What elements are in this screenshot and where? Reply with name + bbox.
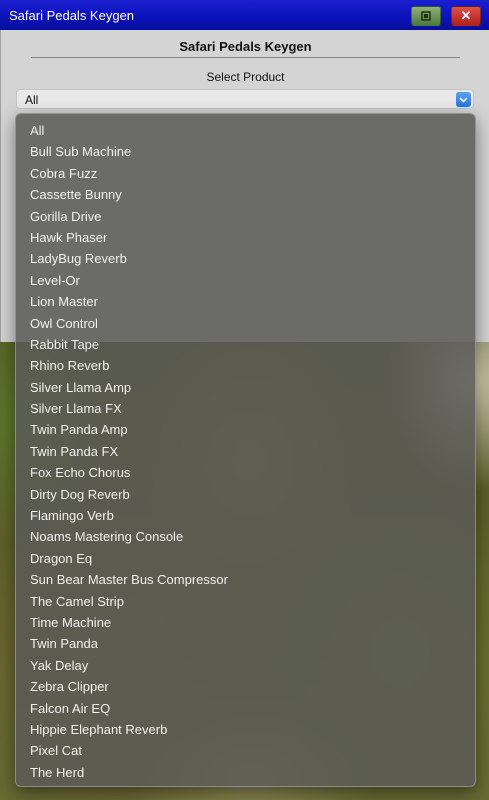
close-button[interactable]: ✕ [451,6,481,26]
product-select-value: All [25,93,39,107]
dropdown-option[interactable]: Fox Echo Chorus [16,462,475,483]
dropdown-option[interactable]: Level-Or [16,270,475,291]
dropdown-option[interactable]: Hippie Elephant Reverb [16,719,475,740]
dropdown-option[interactable]: Zebra Clipper [16,676,475,697]
dropdown-option[interactable]: All [16,120,475,141]
dropdown-option[interactable]: Noams Mastering Console [16,526,475,547]
dropdown-option[interactable]: Flamingo Verb [16,505,475,526]
dropdown-option[interactable]: Rhino Reverb [16,355,475,376]
dropdown-option[interactable]: Twin Panda FX [16,441,475,462]
dropdown-option[interactable]: The Herd [16,762,475,783]
dropdown-option[interactable]: LadyBug Reverb [16,248,475,269]
dropdown-option[interactable]: Twin Panda [16,633,475,654]
dropdown-option[interactable]: Dragon Eq [16,548,475,569]
dropdown-option[interactable]: Gorilla Drive [16,206,475,227]
heading-divider [31,57,460,58]
dropdown-option[interactable]: Silver Llama FX [16,398,475,419]
dropdown-option[interactable]: Silver Llama Amp [16,377,475,398]
product-dropdown-menu[interactable]: All Bull Sub Machine Cobra Fuzz Cassette Bu… [15,113,476,787]
minimize-icon [421,11,431,21]
dropdown-option[interactable]: Rabbit Tape [16,334,475,355]
dropdown-option[interactable]: Owl Control [16,313,475,334]
dropdown-option[interactable]: Falcon Air EQ [16,698,475,719]
dropdown-option[interactable]: Lion Master [16,291,475,312]
dropdown-option[interactable]: Sun Bear Master Bus Compressor [16,569,475,590]
dropdown-option[interactable]: The Camel Strip [16,591,475,612]
dropdown-option[interactable]: Hawk Phaser [16,227,475,248]
dropdown-option[interactable]: Yak Delay [16,655,475,676]
product-option-list: All Bull Sub Machine Cobra Fuzz Cassette Bu… [16,120,475,783]
dropdown-option[interactable]: Cassette Bunny [16,184,475,205]
dropdown-option[interactable]: Twin Panda Amp [16,419,475,440]
chevron-down-icon[interactable] [456,92,471,107]
dropdown-option[interactable]: Time Machine [16,612,475,633]
window-title: Safari Pedals Keygen [9,8,135,23]
product-select[interactable]: All [16,89,474,109]
select-product-label: Select Product [206,70,285,84]
dropdown-option[interactable]: Pixel Cat [16,740,475,761]
title-bar[interactable]: Safari Pedals Keygen ✕ [0,0,489,30]
dropdown-option[interactable]: Bull Sub Machine [16,141,475,162]
app-heading: Safari Pedals Keygen [179,39,312,54]
dropdown-option[interactable]: Cobra Fuzz [16,163,475,184]
minimize-button[interactable] [411,6,441,26]
close-icon: ✕ [460,8,472,23]
dropdown-option[interactable]: Dirty Dog Reverb [16,484,475,505]
